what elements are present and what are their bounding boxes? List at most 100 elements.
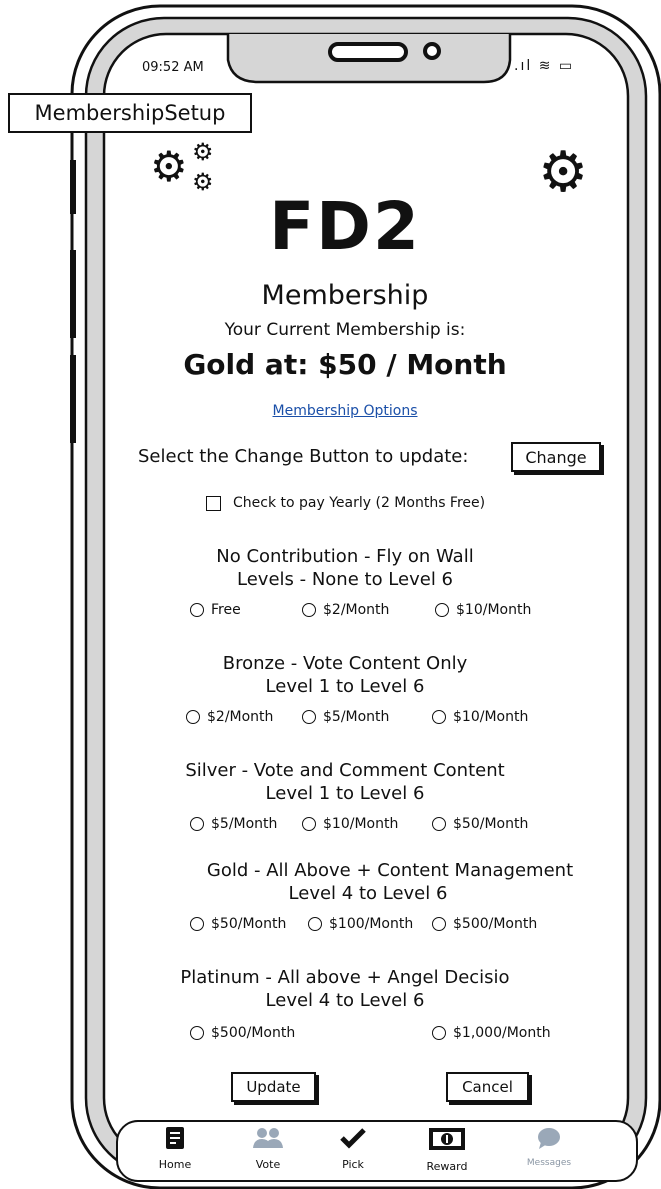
radio-label: $5/Month: [323, 709, 390, 725]
change-prompt: Select the Change Button to update:: [138, 446, 469, 467]
radio-option[interactable]: $5/Month: [190, 816, 277, 832]
radio-label: Free: [211, 602, 241, 618]
chat-bubble-icon: [514, 1126, 584, 1156]
signal-icon: .ıl: [514, 58, 533, 74]
radio-option[interactable]: $100/Month: [308, 916, 413, 932]
radio-label: $50/Month: [453, 816, 529, 832]
tab-label: Reward: [426, 1160, 468, 1173]
radio-label: $500/Month: [453, 916, 538, 932]
radio-label: $1,000/Month: [453, 1025, 551, 1041]
radio-button[interactable]: [432, 710, 446, 724]
radio-option[interactable]: $5/Month: [302, 709, 389, 725]
membership-options-link[interactable]: Membership Options: [100, 403, 590, 419]
radio-button[interactable]: [308, 917, 322, 931]
tier-levels: Level 1 to Level 6: [265, 783, 425, 804]
tier-title: Silver - Vote and Comment Content Level …: [100, 759, 590, 805]
yearly-payment-option[interactable]: Check to pay Yearly (2 Months Free): [206, 495, 485, 511]
screen-label: MembershipSetup: [8, 93, 252, 133]
tab-vote[interactable]: Vote: [233, 1126, 303, 1171]
radio-label: $10/Month: [456, 602, 532, 618]
cancel-button[interactable]: Cancel: [446, 1072, 529, 1102]
banknote-icon: [412, 1126, 482, 1158]
status-icons: .ıl ≋ ▭: [514, 58, 574, 74]
tier-name: Platinum - All above + Angel Decisio: [180, 967, 510, 988]
radio-option[interactable]: $2/Month: [302, 602, 389, 618]
radio-label: $2/Month: [323, 602, 390, 618]
yearly-label: Check to pay Yearly (2 Months Free): [233, 495, 486, 511]
gear-small-icon: ⚙: [192, 138, 214, 166]
front-camera: [423, 42, 441, 60]
people-icon: [233, 1126, 303, 1156]
radio-option[interactable]: $50/Month: [190, 916, 286, 932]
current-membership-value: Gold at: $50 / Month: [183, 348, 507, 381]
radio-label: $100/Month: [329, 916, 414, 932]
tier-levels: Level 4 to Level 6: [265, 990, 425, 1011]
radio-option[interactable]: $10/Month: [435, 602, 531, 618]
tab-label: Messages: [526, 1158, 572, 1168]
radio-button[interactable]: [435, 603, 449, 617]
volume-down-button: [70, 355, 76, 443]
checkmark-icon: [318, 1126, 388, 1156]
radio-label: $50/Month: [211, 916, 287, 932]
tier-name: Silver - Vote and Comment Content: [185, 760, 505, 781]
radio-button[interactable]: [432, 817, 446, 831]
page-subtitle: Membership: [261, 280, 429, 311]
gear-large-icon: ⚙: [150, 142, 188, 191]
radio-button[interactable]: [190, 603, 204, 617]
current-membership-label: Your Current Membership is:: [224, 320, 466, 340]
tier-options: Free $2/Month $10/Month: [0, 602, 661, 622]
tier-title: Platinum - All above + Angel Decisio Lev…: [100, 966, 590, 1012]
document-icon: [140, 1126, 210, 1156]
radio-option[interactable]: $10/Month: [302, 816, 398, 832]
tab-label: Pick: [342, 1158, 364, 1171]
radio-button[interactable]: [432, 1026, 446, 1040]
radio-option[interactable]: $500/Month: [190, 1025, 295, 1041]
yearly-checkbox[interactable]: [206, 495, 221, 511]
radio-option[interactable]: Free: [190, 602, 241, 618]
radio-button[interactable]: [190, 817, 204, 831]
change-button[interactable]: Change: [511, 442, 601, 472]
volume-up-button: [70, 250, 76, 338]
tier-levels: Level 1 to Level 6: [265, 676, 425, 697]
tier-levels: Levels - None to Level 6: [237, 569, 453, 590]
tier-options: $2/Month $5/Month $10/Month: [0, 709, 661, 729]
tier-name: Bronze - Vote Content Only: [222, 653, 468, 674]
page-title: FD2: [269, 188, 421, 265]
update-button[interactable]: Update: [231, 1072, 316, 1102]
radio-button[interactable]: [302, 817, 316, 831]
radio-button[interactable]: [186, 710, 200, 724]
radio-option[interactable]: $2/Month: [186, 709, 273, 725]
radio-label: $10/Month: [323, 816, 399, 832]
tier-title: Gold - All Above + Content Management Le…: [140, 859, 640, 905]
tab-label: Home: [158, 1158, 192, 1171]
radio-label: $10/Month: [453, 709, 529, 725]
status-time: 09:52 AM: [142, 60, 204, 75]
tier-options: $5/Month $10/Month $50/Month: [0, 816, 661, 836]
tier-title: Bronze - Vote Content Only Level 1 to Le…: [100, 652, 590, 698]
tier-levels: Level 4 to Level 6: [288, 883, 448, 904]
tier-title: No Contribution - Fly on Wall Levels - N…: [100, 545, 590, 591]
radio-label: $2/Month: [207, 709, 274, 725]
tab-messages[interactable]: Messages: [514, 1126, 584, 1168]
tab-bar: Home Vote Pick Reward Messages: [116, 1120, 638, 1182]
radio-option[interactable]: $50/Month: [432, 816, 528, 832]
radio-label: $5/Month: [211, 816, 278, 832]
tab-reward[interactable]: Reward: [412, 1126, 482, 1173]
radio-label: $500/Month: [211, 1025, 296, 1041]
radio-button[interactable]: [190, 917, 204, 931]
tab-label: Vote: [255, 1158, 281, 1171]
tier-options: $500/Month $1,000/Month: [0, 1025, 661, 1045]
mute-switch: [70, 160, 76, 214]
tab-pick[interactable]: Pick: [318, 1126, 388, 1171]
radio-button[interactable]: [302, 710, 316, 724]
tab-home[interactable]: Home: [140, 1126, 210, 1171]
radio-option[interactable]: $1,000/Month: [432, 1025, 551, 1041]
speaker-grille: [328, 42, 408, 62]
radio-option[interactable]: $500/Month: [432, 916, 537, 932]
tier-name: Gold - All Above + Content Management: [206, 860, 574, 881]
radio-option[interactable]: $10/Month: [432, 709, 528, 725]
battery-icon: ▭: [558, 58, 575, 74]
radio-button[interactable]: [432, 917, 446, 931]
radio-button[interactable]: [190, 1026, 204, 1040]
radio-button[interactable]: [302, 603, 316, 617]
